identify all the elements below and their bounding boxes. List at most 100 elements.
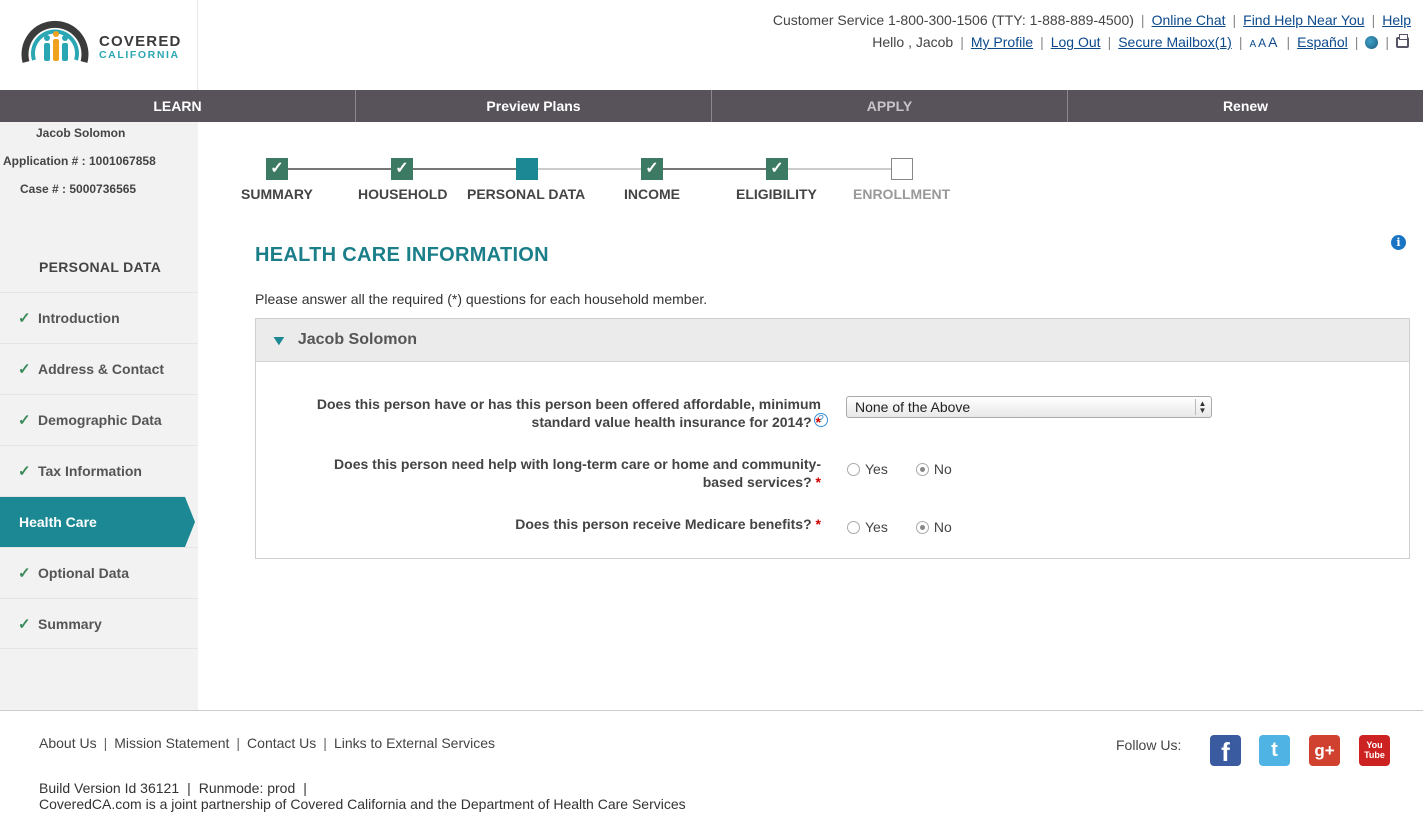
progress-connector (413, 168, 517, 170)
secure-mailbox-link[interactable]: Secure Mailbox(1) (1118, 34, 1232, 50)
required-marker: * (815, 516, 821, 532)
customer-service-text: Customer Service 1-800-300-1506 (TTY: 1-… (772, 12, 1134, 28)
step-enrollment-empty-icon (891, 158, 913, 180)
logo-text-california: CALIFORNIA (99, 49, 180, 61)
font-size-medium-button[interactable]: A (1258, 36, 1266, 50)
sidebar-item-label: Health Care (19, 514, 97, 530)
facebook-icon[interactable]: f (1210, 735, 1241, 767)
checkmark-icon: ✓ (18, 565, 31, 582)
runmode: Runmode: prod (198, 780, 296, 796)
top-utility-line-1: Customer Service 1-800-300-1506 (TTY: 1-… (772, 12, 1411, 28)
long-term-care-radio-group: Yes No (847, 461, 980, 477)
main-nav: LEARN Preview Plans APPLY Renew (0, 90, 1423, 122)
sidebar-item-label: Tax Information (38, 463, 142, 479)
printer-icon[interactable] (1396, 33, 1409, 48)
youtube-icon-text: You (1366, 740, 1383, 750)
font-size-large-button[interactable]: A (1268, 34, 1277, 50)
sidebar-item-demographic-data[interactable]: ✓ Demographic Data (0, 394, 198, 445)
question-text-line: Does this person receive Medicare benefi… (515, 516, 812, 532)
font-size-small-button[interactable]: A (1249, 39, 1256, 50)
sidebar-item-label: Summary (38, 615, 102, 632)
sidebar-item-tax-information[interactable]: ✓ Tax Information (0, 445, 198, 496)
log-out-link[interactable]: Log Out (1051, 34, 1101, 50)
help-link[interactable]: Help (1382, 12, 1411, 28)
find-help-link[interactable]: Find Help Near You (1243, 12, 1364, 28)
select-value: None of the Above (855, 399, 971, 415)
instructions-text: Please answer all the required (*) quest… (255, 291, 708, 307)
checkmark-icon: ✓ (18, 615, 31, 633)
step-label-enrollment: ENROLLMENT (853, 186, 951, 202)
help-question-icon[interactable]: ? (814, 413, 828, 427)
sidebar-item-summary[interactable]: ✓ Summary (0, 598, 198, 649)
medicare-radio-group: Yes No (847, 519, 980, 535)
font-size-controls: AAA (1249, 34, 1279, 50)
my-profile-link[interactable]: My Profile (971, 34, 1033, 50)
question-text-line: Does this person need help with long-ter… (334, 456, 821, 472)
medicare-no-option[interactable]: No (915, 519, 952, 535)
partnership-text: CoveredCA.com is a joint partnership of … (39, 796, 686, 812)
sidebar-item-introduction[interactable]: ✓ Introduction (0, 292, 198, 343)
long-term-care-no-option[interactable]: No (915, 461, 952, 477)
step-personal-data-current-icon (516, 158, 538, 180)
info-icon[interactable]: i (1391, 235, 1406, 250)
sidebar-item-health-care[interactable]: Health Care (0, 496, 195, 547)
nav-apply[interactable]: APPLY (712, 90, 1068, 122)
radio-no-selected[interactable] (915, 520, 929, 534)
radio-no-selected[interactable] (915, 462, 929, 476)
footer-divider (0, 710, 1423, 711)
footer-link-contact-us[interactable]: Contact Us (247, 735, 316, 751)
nav-renew[interactable]: Renew (1068, 90, 1423, 122)
youtube-icon[interactable]: You Tube (1359, 735, 1390, 766)
checkmark-icon: ✓ (18, 361, 31, 378)
case-number: Case # : 5000736565 (20, 182, 137, 196)
step-label-summary: SUMMARY (241, 186, 313, 202)
globe-icon[interactable] (1365, 35, 1379, 49)
step-income-check-icon: ✓ (641, 158, 663, 180)
required-marker: * (815, 474, 821, 490)
footer-link-external-services[interactable]: Links to External Services (334, 735, 495, 751)
affordable-insurance-select[interactable]: None of the Above ▲ ▼ (846, 396, 1212, 418)
radio-label: Yes (865, 519, 888, 535)
footer-link-mission-statement[interactable]: Mission Statement (114, 735, 229, 751)
sidebar-item-optional-data[interactable]: ✓ Optional Data (0, 547, 198, 598)
page-title: HEALTH CARE INFORMATION (255, 244, 549, 266)
chevron-down-icon: ▼ (269, 332, 288, 348)
nav-preview-plans[interactable]: Preview Plans (356, 90, 712, 122)
footer-link-about-us[interactable]: About Us (39, 735, 97, 751)
sidebar-item-address-contact[interactable]: ✓ Address & Contact (0, 343, 198, 394)
member-panel: ▼ Jacob Solomon Does this person have or… (255, 318, 1410, 559)
radio-yes[interactable] (847, 520, 860, 534)
footer-links: About Us | Mission Statement | Contact Us | Li… (39, 735, 496, 751)
progress-connector (663, 168, 767, 170)
question-text-line: standard value health insurance for 2014… (531, 414, 812, 430)
google-plus-icon[interactable]: g+ (1309, 735, 1340, 766)
question-text-line: Does this person have or has this person… (316, 396, 821, 412)
sidebar: Jacob Solomon Application # : 1001067858… (0, 122, 198, 710)
nav-learn[interactable]: LEARN (0, 90, 356, 122)
member-name: Jacob Solomon (297, 331, 417, 348)
twitter-icon[interactable]: t (1259, 735, 1290, 766)
step-label-eligibility: ELIGIBILITY (736, 186, 817, 202)
radio-yes[interactable] (847, 462, 860, 476)
application-number: Application # : 1001067858 (3, 154, 156, 168)
site-header: COVERED CALIFORNIA Customer Service 1-80… (0, 0, 1423, 90)
top-utility-line-2: Hello , Jacob | My Profile | Log Out | Secu… (872, 33, 1409, 50)
progress-connector (538, 168, 642, 170)
radio-label: No (933, 519, 952, 535)
logo[interactable]: COVERED CALIFORNIA (0, 0, 198, 90)
covered-california-logo-icon (21, 20, 89, 63)
follow-us-label: Follow Us: (1116, 737, 1182, 753)
medicare-yes-option[interactable]: Yes (847, 519, 888, 535)
checkmark-icon: ✓ (18, 412, 31, 429)
applicant-name: Jacob Solomon (36, 126, 126, 140)
progress-connector (788, 168, 892, 170)
youtube-icon-text: Tube (1364, 750, 1385, 760)
espanol-link[interactable]: Español (1297, 34, 1348, 50)
long-term-care-yes-option[interactable]: Yes (847, 461, 888, 477)
online-chat-link[interactable]: Online Chat (1152, 12, 1226, 28)
step-summary-check-icon: ✓ (266, 158, 288, 180)
member-panel-header[interactable]: ▼ Jacob Solomon (256, 319, 1409, 362)
question-medicare: Does this person receive Medicare benefi… (515, 515, 821, 533)
build-version: Build Version Id 36121 (39, 780, 180, 796)
sidebar-item-label: Introduction (38, 310, 120, 326)
